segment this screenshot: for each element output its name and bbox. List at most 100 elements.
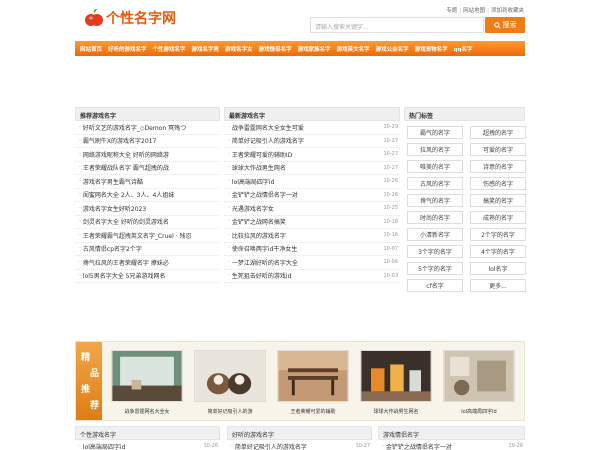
list-item[interactable]: · 王者荣耀可爱的辅助ID 10-27 xyxy=(224,148,400,162)
featured-item[interactable]: 简单好记吸引人的游 xyxy=(194,350,266,415)
nav-home[interactable]: 网站首页 xyxy=(77,45,105,53)
tag-item[interactable]: 小清新名字 xyxy=(407,228,463,241)
list-item[interactable]: · 球球大作战男生网名 10-27 xyxy=(224,162,400,175)
list-item[interactable]: · 搀气拉风的王者荣耀名字 撩妹必 xyxy=(75,256,220,270)
featured-item[interactable]: 王者荣耀可爱的辅助 xyxy=(277,350,349,415)
main-nav: 网站首页 好听的游戏名字 个性游戏名字 游戏名字男 游戏名字女 游戏情侣名字 游… xyxy=(75,41,525,56)
list-item[interactable]: · 网络游戏昵称大全 好听的网络游 xyxy=(75,148,220,162)
recommended-section: 推荐游戏名字 · 好听文艺的游戏名字_◇Demon 冥殇つ · 霸气刷牛X的游戏名字… xyxy=(75,107,220,283)
bottom-section-couple: 游戏情侣名字 · 金铲铲之战情侣名字一对 10-26 xyxy=(378,426,525,450)
apple-icon xyxy=(85,9,103,26)
search-button[interactable]: 搜索 xyxy=(485,17,525,33)
list-item[interactable]: · 王者荣耀战队名字 霸气超拽的战 xyxy=(75,162,220,175)
item-date: 10-16 xyxy=(383,232,398,239)
tag-item[interactable]: cf名字 xyxy=(407,279,463,292)
list-item[interactable]: · 霸气刷牛X的游戏名字2017 xyxy=(75,135,220,148)
list-item[interactable]: · 战争雷霆网名大全女生可爱 10-29 xyxy=(224,121,400,135)
list-item[interactable]: · 一梦江湖好听的名字大全 10-06 xyxy=(224,256,400,270)
nav-couple-names[interactable]: 游戏情侣名字 xyxy=(256,45,295,53)
bottom-section-title: 游戏情侣名字 xyxy=(378,426,525,440)
tag-item[interactable]: 搞笑的名字 xyxy=(470,194,526,207)
nav-qq-names[interactable]: qq名字 xyxy=(451,45,476,53)
bottom-section-nice: 好听的游戏名字 · 简单好记吸引人的游戏名字 10-27 xyxy=(227,426,372,450)
featured-item[interactable]: 球球大作战男生网名 xyxy=(360,350,432,415)
item-date: 10-27 xyxy=(383,151,398,158)
tag-item[interactable]: 时尚的名字 xyxy=(407,211,463,224)
nav-personal-game-names[interactable]: 个性游戏名字 xyxy=(150,45,189,53)
list-item[interactable]: · lol高端局四字id 10-26 xyxy=(75,440,220,450)
tag-item[interactable]: 唯美的名字 xyxy=(407,160,463,173)
top-link-topics[interactable]: 专题 xyxy=(446,8,457,14)
bottom-section-personal: 个性游戏名字 · lol高端局四字id 10-26 xyxy=(75,426,220,450)
tag-item[interactable]: 伤感的名字 xyxy=(470,177,526,190)
tag-item[interactable]: lol名字 xyxy=(470,262,526,275)
search-icon xyxy=(493,21,501,29)
list-item[interactable]: · 游戏名字女生好听2023 xyxy=(75,202,220,216)
list-item[interactable]: · 金铲铲之战网名搞笑 10-18 xyxy=(224,216,400,229)
top-link-sitemap[interactable]: 网站地图 xyxy=(463,8,485,14)
tag-item[interactable]: 可爱的名字 xyxy=(470,143,526,156)
featured-photo-drinks xyxy=(360,350,432,402)
item-date: 10-29 xyxy=(383,124,398,131)
featured-photo-bench xyxy=(277,350,349,402)
list-item[interactable]: · 金铲铲之战情侣名字一对 10-26 xyxy=(224,189,400,202)
latest-list: · 战争雷霆网名大全女生可爱 10-29 · 简单好记吸引人的游戏名字 10-27 · 王… xyxy=(224,121,400,283)
list-item[interactable]: · 金铲铲之战情侣名字一对 10-26 xyxy=(378,440,525,450)
featured-item[interactable]: lol高端局四字id xyxy=(443,350,515,415)
list-item[interactable]: · 使命召唤两字id干净女生 10-07 xyxy=(224,243,400,256)
recommended-title: 推荐游戏名字 xyxy=(75,107,220,121)
search-input[interactable]: 请输入搜索关键字... xyxy=(310,17,484,33)
nav-female-names[interactable]: 游戏名字女 xyxy=(222,45,256,53)
list-item[interactable]: · 游戏名字男生霸气诗酷 xyxy=(75,175,220,189)
logo-text: 个性名字网 xyxy=(106,11,176,27)
nav-guild-names[interactable]: 游戏公会名字 xyxy=(373,45,412,53)
list-item[interactable]: · 剑灵名字大全 好听的剑灵游戏名 xyxy=(75,216,220,229)
nav-english-names[interactable]: 游戏英文名字 xyxy=(334,45,373,53)
search-button-label: 搜索 xyxy=(502,21,517,29)
tag-item[interactable]: 3个字的名字 xyxy=(407,245,463,258)
bottom-section-title: 好听的游戏名字 xyxy=(227,426,372,440)
item-date: 10-03 xyxy=(383,272,398,279)
list-item[interactable]: · 光遇游戏名字女 10-25 xyxy=(224,202,400,216)
item-date: 10-25 xyxy=(383,205,398,212)
featured-caption: 王者荣耀可爱的辅助 xyxy=(290,409,336,415)
item-date: 10-18 xyxy=(383,218,398,225)
tag-more[interactable]: 更多... xyxy=(470,279,526,292)
list-item[interactable]: · lol高端局四字id 10-26 xyxy=(224,175,400,189)
list-item[interactable]: · 好听文艺的游戏名字_◇Demon 冥殇つ xyxy=(75,121,220,135)
list-item[interactable]: · 古风情侣cp名字2个字 xyxy=(75,243,220,256)
tag-item[interactable]: 拉风的名字 xyxy=(407,143,463,156)
tag-item[interactable]: 霸气的名字 xyxy=(407,126,463,139)
tag-item[interactable]: 古风的名字 xyxy=(407,177,463,190)
tag-grid: 霸气的名字 超拽的名字 拉风的名字 可爱的名字 唯美的名字 诗意的名字 古风的名… xyxy=(404,121,526,297)
nav-family-names[interactable]: 游戏家族名字 xyxy=(295,45,334,53)
item-date: 10-06 xyxy=(383,259,398,266)
featured-badge: 精 品 推 荐 xyxy=(76,342,102,420)
tag-item[interactable]: 成熟的名字 xyxy=(470,211,526,224)
nav-pet-names[interactable]: 游戏宠物名字 xyxy=(412,45,451,53)
item-date: 10-07 xyxy=(383,245,398,252)
nav-male-names[interactable]: 游戏名字男 xyxy=(189,45,223,53)
featured-caption: 战争雷霆网名大全女 xyxy=(124,409,170,415)
list-item[interactable]: · lol5男名字大全 5兄弟游戏网名 xyxy=(75,270,220,283)
featured-caption: lol高端局四字id xyxy=(461,409,497,415)
featured-caption: 球球大作战男生网名 xyxy=(373,409,419,415)
list-item[interactable]: · 生死狙击好听的游戏id 10-03 xyxy=(224,270,400,283)
list-item[interactable]: · 闺蜜网名大全 2人、3人、4人姐妹 xyxy=(75,189,220,202)
site-logo[interactable]: 个性名字网 xyxy=(84,8,176,28)
featured-photo-window xyxy=(111,350,183,402)
nav-nice-game-names[interactable]: 好听的游戏名字 xyxy=(105,45,150,53)
featured-item[interactable]: 战争雷霆网名大全女 xyxy=(111,350,183,415)
tag-item[interactable]: 超拽的名字 xyxy=(470,126,526,139)
tag-item[interactable]: 诗意的名字 xyxy=(470,160,526,173)
list-item[interactable]: · 简单好记吸引人的游戏名字 10-27 xyxy=(224,135,400,148)
tag-item[interactable]: 5个字的名字 xyxy=(407,262,463,275)
tag-item[interactable]: 搀气的名字 xyxy=(407,194,463,207)
list-item[interactable]: · 比较拉风的游戏名字 10-16 xyxy=(224,229,400,243)
list-item[interactable]: · 简单好记吸引人的游戏名字 10-27 xyxy=(227,440,372,450)
tag-item[interactable]: 2个字的名字 xyxy=(470,228,526,241)
tag-item[interactable]: 4个字的名字 xyxy=(470,245,526,258)
list-item[interactable]: · 王者荣耀霸气超拽英文名字_Cruel · 残忍 xyxy=(75,229,220,243)
bottom-section-title: 个性游戏名字 xyxy=(75,426,220,440)
top-link-favorite[interactable]: 添加到收藏夹 xyxy=(491,8,524,14)
